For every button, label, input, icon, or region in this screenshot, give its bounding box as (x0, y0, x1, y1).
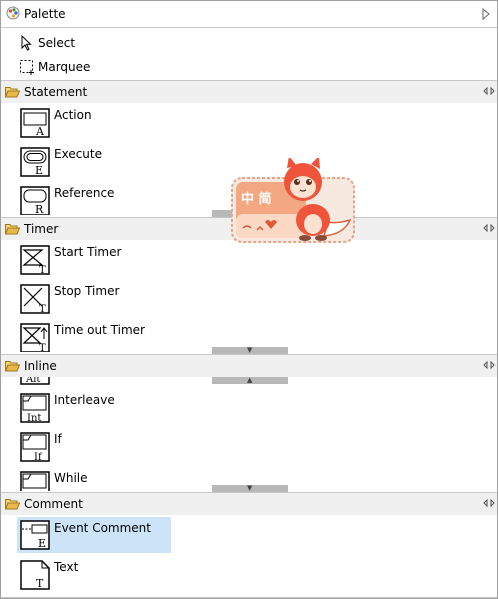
reference-icon: R (20, 186, 50, 215)
palette-entry-if[interactable]: If If (18, 429, 168, 467)
marquee-icon (20, 60, 34, 75)
interleave-icon: Int (20, 393, 50, 423)
drawer-header-inline[interactable]: Inline (1, 354, 497, 377)
drawer-title: Timer (24, 222, 59, 236)
pin-drawer-icon[interactable] (483, 360, 495, 370)
start-timer-icon: T (20, 245, 50, 275)
entry-label: Event Comment (54, 521, 151, 535)
pin-drawer-icon[interactable] (483, 86, 495, 96)
entry-label: Time out Timer (54, 323, 145, 337)
palette-icon (6, 6, 20, 20)
palette-title: Palette (24, 7, 66, 21)
open-folder-icon (5, 361, 20, 372)
chevron-down-icon: ▼ (247, 484, 253, 492)
svg-text:T: T (36, 577, 44, 590)
palette-entry-event-comment[interactable]: E Event Comment (17, 517, 171, 553)
bottom-border (1, 597, 497, 598)
palette-entry-execute[interactable]: E Execute (18, 144, 168, 182)
entry-label: Action (54, 108, 92, 122)
palette-entry-start-timer[interactable]: T Start Timer (18, 242, 168, 280)
execute-icon: E (20, 147, 50, 177)
event-comment-icon: E (20, 520, 50, 550)
drawer-title: Statement (24, 85, 88, 99)
ime-badge-text: 中 简 (241, 192, 272, 207)
ime-mascot-overlay[interactable]: 中 简 (229, 156, 359, 246)
svg-text:E: E (38, 537, 46, 550)
svg-text:E: E (35, 164, 43, 177)
chevron-down-icon: ▼ (247, 346, 253, 354)
entry-label: Reference (54, 186, 115, 200)
stop-timer-icon: T (20, 284, 50, 314)
drawer-title: Inline (24, 359, 57, 373)
palette-entry-interleave[interactable]: Int Interleave (18, 390, 168, 428)
svg-text:Alt: Alt (25, 377, 40, 385)
collapse-palette-icon[interactable] (481, 8, 491, 20)
text-note-icon: T (20, 560, 50, 590)
open-folder-icon (5, 499, 20, 510)
pin-drawer-icon[interactable] (483, 498, 495, 508)
drawer-title: Comment (24, 497, 83, 511)
svg-text:T: T (39, 304, 46, 314)
scroll-down-button[interactable]: ▼ (212, 347, 288, 354)
entry-label: If (54, 432, 62, 446)
tool-label: Marquee (38, 60, 91, 74)
palette-entry-while[interactable]: While (18, 468, 168, 491)
entry-label: Execute (54, 147, 102, 161)
time-out-timer-icon: T (20, 323, 50, 352)
open-folder-icon (5, 224, 20, 235)
entry-label: Interleave (54, 393, 115, 407)
tool-label: Select (38, 36, 76, 50)
palette-entry-stop-timer[interactable]: T Stop Timer (18, 281, 168, 319)
palette-view: Palette Select Marquee Statement A Actio… (0, 0, 498, 599)
drawer-header-comment[interactable]: Comment (1, 492, 497, 515)
palette-entry-action[interactable]: A Action (18, 105, 168, 143)
entry-label: Text (54, 560, 79, 574)
palette-entry-text[interactable]: T Text (18, 557, 168, 595)
scroll-down-button[interactable]: ▼ (212, 485, 288, 492)
drawer-header-statement[interactable]: Statement (1, 80, 497, 103)
scroll-up-button[interactable]: ▲ (212, 377, 288, 384)
palette-entry-alt[interactable]: Alt (18, 377, 168, 385)
arrow-pointer-icon (21, 35, 32, 51)
svg-text:T: T (39, 265, 46, 275)
chevron-up-icon: ▲ (247, 376, 253, 384)
palette-entry-reference[interactable]: R Reference (18, 183, 168, 215)
while-icon (20, 471, 50, 491)
svg-text:R: R (35, 203, 44, 215)
svg-text:Int: Int (27, 413, 41, 423)
entry-label: While (54, 471, 88, 485)
alt-icon: Alt (20, 377, 50, 385)
if-icon: If (20, 432, 50, 462)
entry-label: Start Timer (54, 245, 122, 259)
open-folder-icon (5, 87, 20, 98)
palette-entry-time-out-timer[interactable]: T Time out Timer (18, 320, 168, 352)
svg-text:A: A (35, 125, 45, 138)
svg-text:T: T (39, 343, 46, 352)
entry-label: Stop Timer (54, 284, 120, 298)
svg-text:If: If (34, 452, 43, 462)
pin-drawer-icon[interactable] (483, 223, 495, 233)
palette-header: Palette (1, 1, 497, 28)
action-icon: A (20, 108, 50, 138)
